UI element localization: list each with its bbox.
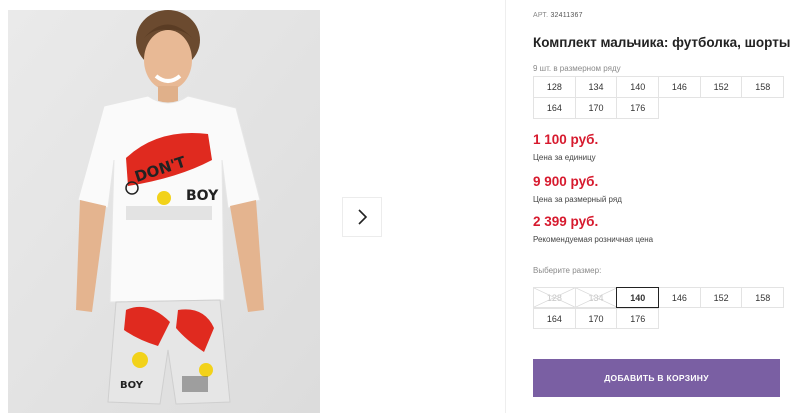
size-option-label: 152 (713, 292, 729, 303)
size-option-158[interactable]: 158 (741, 287, 785, 308)
size-row-grid: 128 134 140 146 152 158 164 170 176 (533, 76, 785, 119)
size-option-label: 158 (755, 292, 771, 303)
add-to-cart-button[interactable]: ДОБАВИТЬ В КОРЗИНУ (533, 359, 780, 397)
unavailable-cross-icon (534, 288, 575, 307)
size-select-grid: 128134 140 146 152 158 164 170 176 (533, 287, 785, 329)
size-row-price: 9 900 руб. (533, 174, 599, 189)
unavailable-cross-icon (575, 288, 617, 307)
size-option-label: 170 (588, 313, 604, 324)
product-image: DON'T BOY BOY (8, 10, 320, 413)
sku-label: АРТ. (533, 12, 549, 19)
retail-price-label: Рекомендуемая розничная цена (533, 235, 654, 244)
size-option-134: 134 (574, 287, 618, 308)
size-row-cell: 170 (574, 97, 618, 119)
size-row-cell: 164 (533, 97, 576, 119)
product-title: Комплект мальчика: футболка, шорты (533, 35, 791, 50)
sku-value: 32411367 (550, 12, 583, 19)
size-row-cell: 146 (658, 76, 701, 98)
size-option-label: 176 (630, 313, 646, 324)
size-option-176[interactable]: 176 (616, 308, 660, 329)
unit-price-label: Цена за единицу (533, 153, 596, 162)
gallery-next-button[interactable] (342, 197, 382, 237)
product-sku: АРТ. 32411367 (533, 12, 583, 19)
divider (505, 0, 506, 413)
size-option-140[interactable]: 140 (616, 287, 660, 308)
product-photo: DON'T BOY BOY (8, 10, 320, 413)
size-row-cell: 176 (616, 97, 660, 119)
size-option-128: 128 (533, 287, 576, 308)
size-option-152[interactable]: 152 (699, 287, 743, 308)
unit-price: 1 100 руб. (533, 132, 599, 147)
size-option-164[interactable]: 164 (533, 308, 576, 329)
svg-text:BOY: BOY (120, 380, 144, 391)
size-row-cell: 152 (699, 76, 743, 98)
size-option-label: 146 (671, 292, 687, 303)
size-row-cell: 134 (574, 76, 618, 98)
svg-text:BOY: BOY (186, 188, 219, 204)
chevron-right-icon (358, 209, 368, 225)
retail-price: 2 399 руб. (533, 214, 599, 229)
size-row-note: 9 шт. в размерном ряду (533, 64, 621, 73)
size-row-price-label: Цена за размерный ряд (533, 195, 622, 204)
size-row-cell: 128 (533, 76, 576, 98)
size-row-cell: 158 (741, 76, 785, 98)
size-row-cell: 140 (616, 76, 660, 98)
size-option-146[interactable]: 146 (658, 287, 701, 308)
size-select-label: Выберите размер: (533, 266, 602, 275)
size-option-label: 164 (546, 313, 562, 324)
size-option-label: 140 (630, 292, 646, 303)
size-option-170[interactable]: 170 (574, 308, 618, 329)
